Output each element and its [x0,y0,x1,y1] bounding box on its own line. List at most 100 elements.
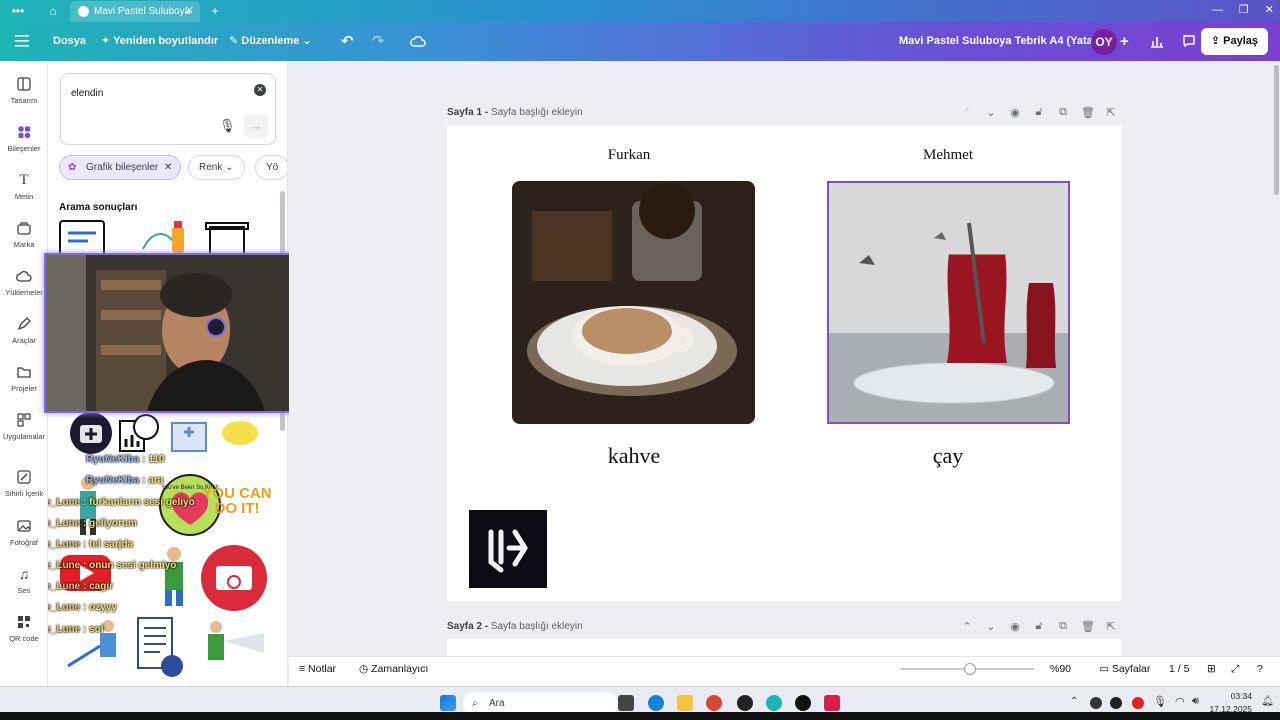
tray-chevron-icon[interactable]: ⌃ [1070,696,1078,707]
you-can-do-it-sticker[interactable]: YOU CAN DO IT! [201,486,273,516]
close-window-icon[interactable]: ✕ [1265,0,1274,20]
remove-filter-icon[interactable]: ✕ [164,156,172,179]
page-counter[interactable]: 1 / 5 [1169,657,1189,681]
close-tab-icon[interactable]: ✕ [185,1,194,22]
maximize-icon[interactable]: ❐ [1239,0,1249,20]
rail-item-uploads[interactable]: Yüklemeler [0,268,48,297]
document-delete-sticker-icon[interactable] [134,616,186,680]
delete-icon[interactable]: 🗑︎ [1081,106,1095,119]
hospital-sticker-icon[interactable] [168,413,210,453]
duplicate-icon[interactable]: ⧉ [1057,106,1069,119]
home-icon[interactable]: ⌂ [43,2,63,20]
filter-chip-graphics[interactable]: ✿ Grafik bileşenler ✕ [59,155,182,180]
app-icon[interactable] [737,695,753,711]
hamburger-menu-icon[interactable] [15,22,29,61]
taskview-icon[interactable] [618,695,634,711]
redo-icon[interactable]: ↷ [372,22,385,61]
hide-page-icon[interactable]: ◉ [1009,620,1021,633]
word-kahve[interactable]: kahve [574,443,694,469]
cloud-save-icon[interactable] [410,22,426,61]
clear-search-icon[interactable]: ✕ [254,84,266,96]
add-page-icon[interactable]: ⇱ [1105,106,1117,119]
tray-record-icon[interactable] [1132,697,1144,709]
obs-icon[interactable] [795,695,811,711]
brand-logo[interactable] [469,510,547,588]
browser-tab-active[interactable]: Mavi Pastel Suluboya ✕ [70,1,200,22]
canva-app-icon[interactable] [766,695,782,711]
pages-button[interactable]: ▭ Sayfalar [1099,657,1150,681]
windows-start-icon[interactable] [440,695,456,711]
word-cay[interactable]: çay [888,443,1008,469]
help-icon[interactable]: ? [1257,657,1263,681]
chrome-icon[interactable] [706,695,722,711]
tray-app-icon[interactable] [1110,697,1122,709]
timer-button[interactable]: ◷ Zamanlayıcı [359,657,428,681]
search-submit-icon[interactable]: → [244,114,268,138]
tea-photo-selected[interactable] [827,181,1070,424]
pinned-app-icon[interactable] [824,695,840,711]
fullscreen-icon[interactable]: ⤢ [1231,657,1239,681]
cloud-yellow-sticker-icon[interactable] [218,415,262,449]
browser-menu-icon[interactable]: ••• [8,2,28,20]
design-page-2[interactable] [447,639,1122,656]
undo-icon[interactable]: ↶ [341,22,354,61]
add-collaborator-icon[interactable]: + [1120,22,1129,61]
document-title[interactable]: Mavi Pastel Suluboya Tebrik A4 (Yatay) [899,22,1103,61]
wifi-icon[interactable]: ◠ [1175,695,1185,708]
lock-icon[interactable]: 🔓︎ [1033,106,1045,119]
rail-item-photos[interactable]: Fotoğraf [0,518,48,547]
notification-icon[interactable]: 🔔︎ [1261,696,1274,707]
name-mehmet[interactable]: Mehmet [888,147,1008,164]
no-entry-sticker-icon[interactable] [200,544,268,612]
chevron-down-icon[interactable]: ⌄ [985,106,997,119]
notes-button[interactable]: ≡ Notlar [299,657,336,681]
gardener-sticker-icon[interactable] [153,544,195,609]
comment-icon[interactable] [1182,22,1196,61]
edge-browser-icon[interactable] [648,695,664,711]
rail-item-design[interactable]: Tasarım [0,76,48,105]
design-page-1[interactable]: Furkan Mehmet kahve çay [447,125,1122,601]
page1-title[interactable]: Sayfa 1 - Sayfa başlığı ekleyin [447,107,583,118]
edit-mode-button[interactable]: ✎ Düzenleme ⌄ [229,22,312,61]
search-input[interactable] [71,84,241,102]
share-button[interactable]: ⇪ Paylaş [1200,28,1268,55]
lock-icon[interactable]: 🔓︎ [1033,620,1045,633]
minimize-icon[interactable]: — [1212,0,1223,20]
insights-chart-icon[interactable] [1150,22,1164,61]
rail-item-magic[interactable]: Sihirli İçerik [0,469,48,498]
chevron-up-icon[interactable]: ⌃ [961,620,973,633]
hide-page-icon[interactable]: ◉ [1009,106,1021,119]
chevron-up-icon[interactable]: ⌃ [961,106,973,119]
rail-item-projects[interactable]: Projeler [0,364,48,393]
analytics-search-sticker-icon[interactable] [116,411,162,455]
medical-bag-sticker-icon[interactable] [69,411,113,455]
page2-title[interactable]: Sayfa 2 - Sayfa başlığı ekleyin [447,621,583,632]
rail-item-qr[interactable]: QR code [0,614,48,643]
name-furkan[interactable]: Furkan [569,147,689,164]
duplicate-icon[interactable]: ⧉ [1057,620,1069,633]
new-tab-button[interactable]: + [205,2,225,20]
chevron-down-icon[interactable]: ⌄ [985,620,997,633]
scrollbar-thumb[interactable] [1274,65,1279,195]
spraying-worker-sticker-icon[interactable] [198,619,268,679]
delete-icon[interactable]: 🗑︎ [1081,620,1095,633]
filter-chip-color[interactable]: Renk ⌄ [188,155,245,180]
rail-item-brand[interactable]: Marka [0,220,48,249]
user-avatar[interactable]: OY [1091,29,1117,55]
volume-icon[interactable]: 🔊︎ [1192,695,1199,708]
rail-item-elements[interactable]: Bileşenler [0,124,48,153]
rail-item-tools[interactable]: Araçlar [0,316,48,345]
workspace-scrollbar[interactable] [1273,61,1280,656]
microphone-icon[interactable]: 🎙 [219,118,236,134]
rail-item-text[interactable]: T Metin [0,172,48,201]
rail-item-audio[interactable]: ♫ Ses [0,566,48,595]
grid-view-icon[interactable]: ⊞ [1207,657,1216,681]
zoom-slider-handle[interactable] [963,663,976,675]
tray-app-icon[interactable] [1090,697,1102,709]
filter-chip-more[interactable]: Yö [255,155,287,180]
tray-mic-icon[interactable]: 🎙 [1153,695,1167,708]
add-page-icon[interactable]: ⇱ [1105,620,1117,633]
file-explorer-icon[interactable] [677,695,693,711]
zoom-percentage[interactable]: %90 [1050,657,1071,681]
coffee-photo[interactable] [512,181,755,424]
